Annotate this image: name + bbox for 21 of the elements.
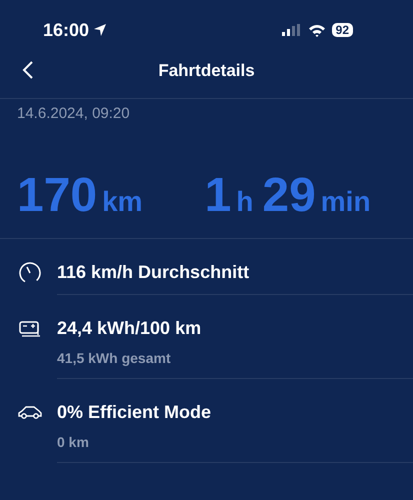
page-title: Fahrtdetails bbox=[158, 60, 255, 82]
total-value: 29 bbox=[262, 172, 316, 220]
stat-title: 0% Efficient Mode bbox=[57, 400, 212, 424]
total-value: 1 bbox=[204, 172, 232, 220]
stat-title: 24,4 kWh/100 km bbox=[57, 316, 202, 340]
status-time: 16:00 bbox=[43, 18, 90, 42]
back-button[interactable] bbox=[22, 60, 34, 80]
signal-icon bbox=[282, 24, 302, 36]
trip-date: 14.6.2024, 09:20 bbox=[17, 104, 131, 124]
total-unit: km bbox=[102, 188, 143, 216]
back-icon bbox=[22, 60, 34, 80]
total-value: 170 bbox=[17, 172, 98, 220]
stat-subtitle: 41,5 kWh gesamt bbox=[57, 348, 172, 368]
location-arrow-icon bbox=[93, 23, 108, 37]
battery-level: 92 bbox=[332, 23, 353, 37]
stat-subtitle: 0 km bbox=[57, 432, 90, 452]
total-unit: h bbox=[236, 188, 254, 216]
total-unit: min bbox=[320, 188, 371, 216]
speedometer-icon bbox=[18, 260, 42, 282]
wifi-icon bbox=[308, 24, 326, 36]
stat-title: 116 km/h Durchschnitt bbox=[57, 260, 250, 284]
